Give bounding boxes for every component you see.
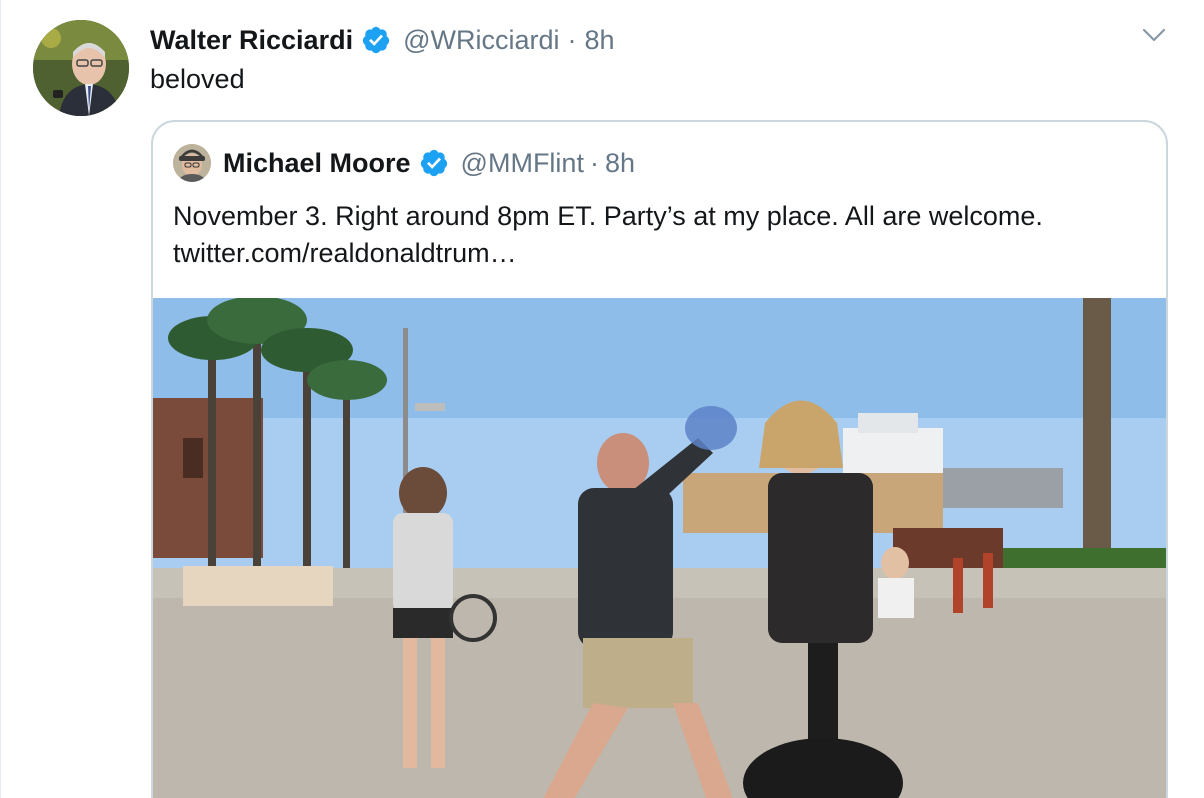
quoted-author-handle[interactable]: @MMFlint (461, 148, 584, 179)
author-name[interactable]: Walter Ricciardi (150, 25, 353, 56)
video-thumbnail[interactable] (153, 298, 1166, 798)
separator-dot: · (567, 24, 577, 55)
chevron-down-icon[interactable] (1141, 24, 1167, 46)
quoted-tweet-text: November 3. Right around 8pm ET. Party’s… (173, 198, 1103, 272)
verified-badge-icon (419, 148, 449, 178)
quoted-tweet-body: November 3. Right around 8pm ET. Party’s… (173, 201, 1043, 231)
quoted-author-name[interactable]: Michael Moore (223, 148, 411, 179)
verified-badge-icon (361, 25, 391, 55)
quoted-tweet-card[interactable]: Michael Moore @MMFlint · 8h November 3. … (151, 120, 1168, 798)
avatar-image (33, 20, 129, 116)
quoted-tweet-timestamp[interactable]: 8h (605, 148, 635, 179)
avatar[interactable] (33, 20, 129, 116)
author-handle[interactable]: @WRicciardi (403, 25, 559, 56)
quoted-tweet-header: Michael Moore @MMFlint · 8h (173, 144, 635, 182)
tweet-timestamp[interactable]: 8h (585, 25, 615, 56)
timeline-divider (0, 0, 1, 798)
quoted-avatar[interactable] (173, 144, 211, 182)
tweet-text: beloved (150, 64, 245, 94)
quoted-tweet-link[interactable]: twitter.com/realdonaldtrum… (173, 238, 517, 268)
separator-dot: · (589, 147, 599, 178)
tweet-view: Walter Ricciardi @WRicciardi · 8h belove… (0, 0, 1204, 798)
tweet-header: Walter Ricciardi @WRicciardi · 8h (150, 20, 615, 60)
video-thumbnail-image (153, 298, 1166, 798)
